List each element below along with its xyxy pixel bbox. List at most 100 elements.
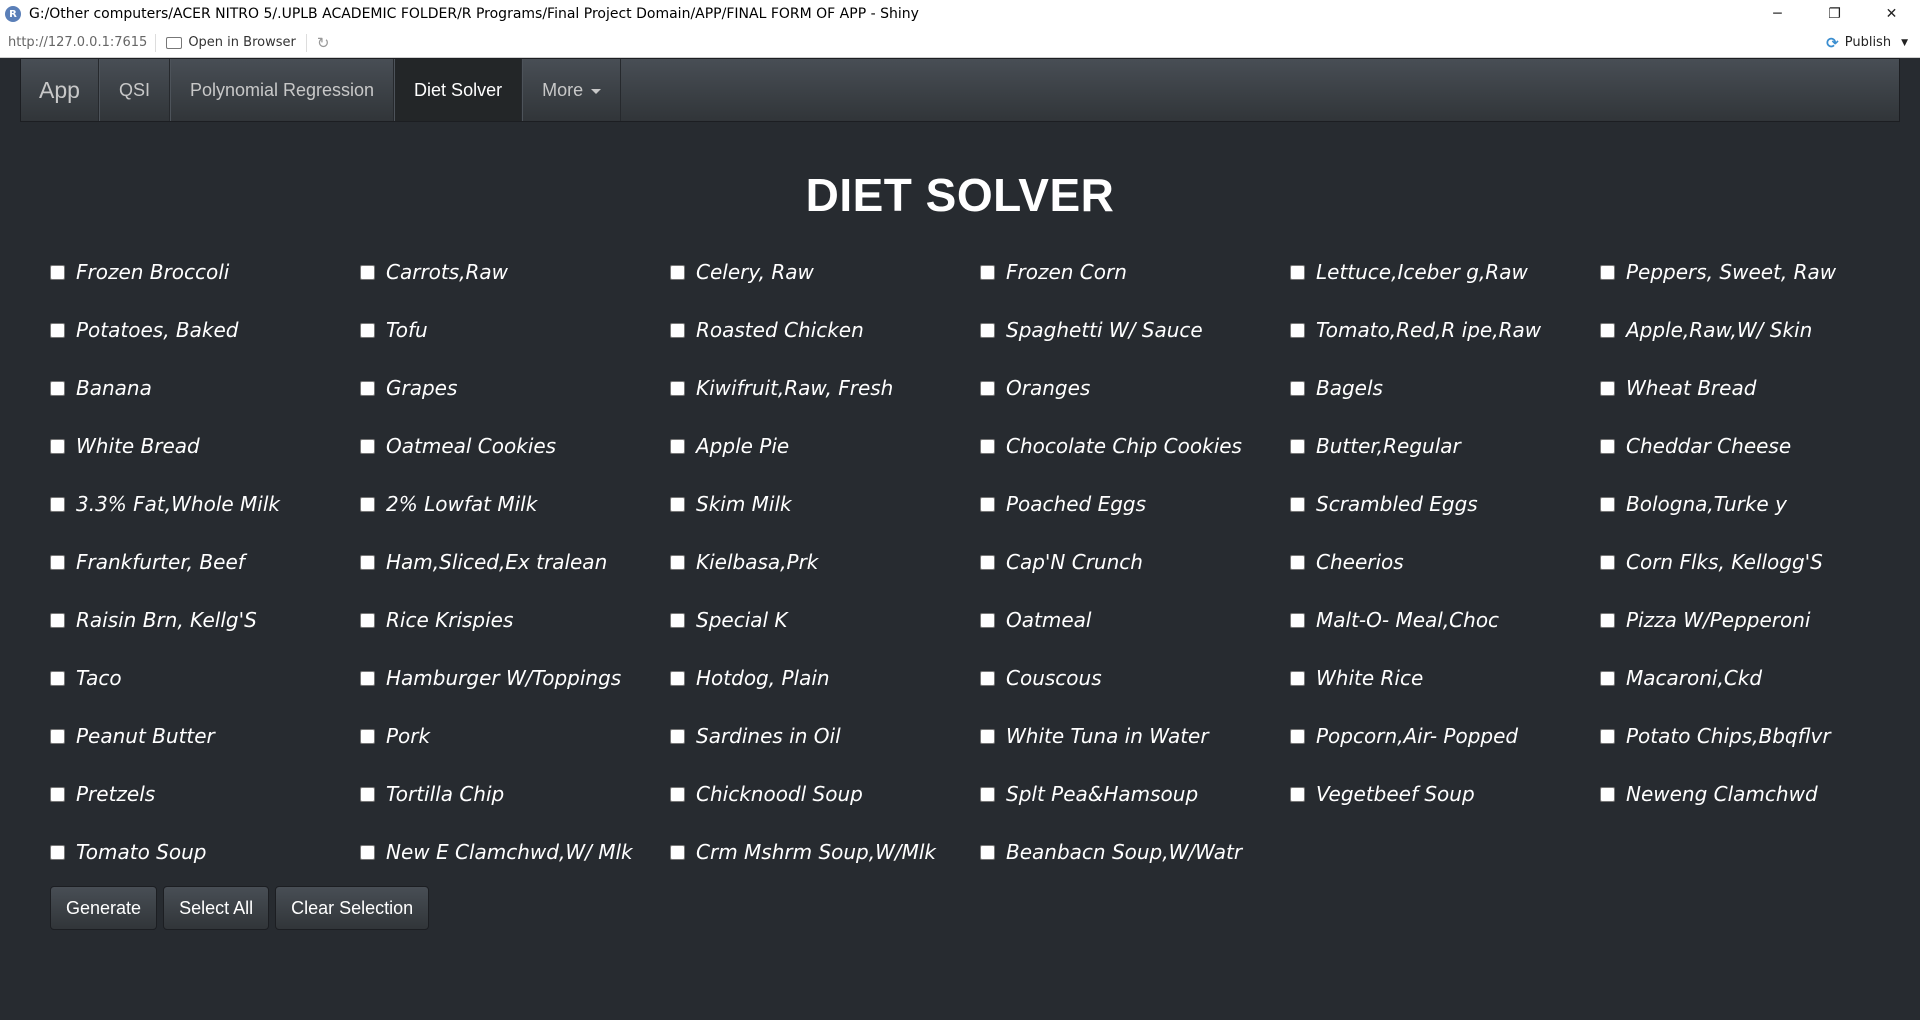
- checkbox[interactable]: [670, 555, 685, 570]
- food-checkbox-item[interactable]: Oranges: [980, 368, 1290, 426]
- food-checkbox-item[interactable]: Special K: [670, 600, 980, 658]
- checkbox[interactable]: [50, 555, 65, 570]
- food-checkbox-item[interactable]: Bagels: [1290, 368, 1600, 426]
- checkbox[interactable]: [980, 497, 995, 512]
- food-checkbox-item[interactable]: Frozen Broccoli: [50, 252, 360, 310]
- checkbox[interactable]: [360, 729, 375, 744]
- checkbox[interactable]: [1600, 265, 1615, 280]
- food-checkbox-item[interactable]: Couscous: [980, 658, 1290, 716]
- checkbox[interactable]: [360, 381, 375, 396]
- food-checkbox-item[interactable]: Peanut Butter: [50, 716, 360, 774]
- food-checkbox-item[interactable]: Roasted Chicken: [670, 310, 980, 368]
- food-checkbox-item[interactable]: Butter,Regular: [1290, 426, 1600, 484]
- checkbox[interactable]: [1600, 439, 1615, 454]
- food-checkbox-item[interactable]: Pork: [360, 716, 670, 774]
- tab-diet-solver[interactable]: Diet Solver: [394, 59, 523, 121]
- food-checkbox-item[interactable]: Chocolate Chip Cookies: [980, 426, 1290, 484]
- food-checkbox-item[interactable]: Hotdog, Plain: [670, 658, 980, 716]
- food-checkbox-item[interactable]: Peppers, Sweet, Raw: [1600, 252, 1910, 310]
- food-checkbox-item[interactable]: Pretzels: [50, 774, 360, 832]
- checkbox[interactable]: [360, 265, 375, 280]
- checkbox[interactable]: [50, 323, 65, 338]
- checkbox[interactable]: [980, 613, 995, 628]
- checkbox[interactable]: [360, 671, 375, 686]
- food-checkbox-item[interactable]: Pizza W/Pepperoni: [1600, 600, 1910, 658]
- checkbox[interactable]: [1600, 613, 1615, 628]
- tab-qsi[interactable]: QSI: [98, 59, 170, 121]
- checkbox[interactable]: [980, 671, 995, 686]
- checkbox[interactable]: [1290, 555, 1305, 570]
- food-checkbox-item[interactable]: Tomato Soup: [50, 832, 360, 890]
- food-checkbox-item[interactable]: Carrots,Raw: [360, 252, 670, 310]
- checkbox[interactable]: [1290, 671, 1305, 686]
- close-icon[interactable]: ✕: [1863, 0, 1920, 28]
- checkbox[interactable]: [980, 845, 995, 860]
- food-checkbox-item[interactable]: Taco: [50, 658, 360, 716]
- food-checkbox-item[interactable]: Lettuce,Iceber g,Raw: [1290, 252, 1600, 310]
- food-checkbox-item[interactable]: Oatmeal Cookies: [360, 426, 670, 484]
- checkbox[interactable]: [360, 323, 375, 338]
- food-checkbox-item[interactable]: Grapes: [360, 368, 670, 426]
- tab-more-dropdown[interactable]: More: [522, 59, 622, 121]
- food-checkbox-item[interactable]: Potato Chips,Bbqflvr: [1600, 716, 1910, 774]
- checkbox[interactable]: [1290, 729, 1305, 744]
- food-checkbox-item[interactable]: Chicknoodl Soup: [670, 774, 980, 832]
- food-checkbox-item[interactable]: Malt-O- Meal,Choc: [1290, 600, 1600, 658]
- food-checkbox-item[interactable]: Scrambled Eggs: [1290, 484, 1600, 542]
- checkbox[interactable]: [50, 845, 65, 860]
- food-checkbox-item[interactable]: Sardines in Oil: [670, 716, 980, 774]
- checkbox[interactable]: [50, 439, 65, 454]
- checkbox[interactable]: [980, 265, 995, 280]
- checkbox[interactable]: [980, 439, 995, 454]
- checkbox[interactable]: [980, 555, 995, 570]
- food-checkbox-item[interactable]: Neweng Clamchwd: [1600, 774, 1910, 832]
- checkbox[interactable]: [980, 729, 995, 744]
- food-checkbox-item[interactable]: Raisin Brn, Kellg'S: [50, 600, 360, 658]
- checkbox[interactable]: [1600, 729, 1615, 744]
- checkbox[interactable]: [1290, 613, 1305, 628]
- clear-selection-button[interactable]: Clear Selection: [275, 886, 430, 930]
- generate-button[interactable]: Generate: [50, 886, 158, 930]
- food-checkbox-item[interactable]: White Rice: [1290, 658, 1600, 716]
- food-checkbox-item[interactable]: Tortilla Chip: [360, 774, 670, 832]
- food-checkbox-item[interactable]: Apple Pie: [670, 426, 980, 484]
- checkbox[interactable]: [360, 439, 375, 454]
- food-checkbox-item[interactable]: Spaghetti W/ Sauce: [980, 310, 1290, 368]
- checkbox[interactable]: [1290, 787, 1305, 802]
- checkbox[interactable]: [1290, 265, 1305, 280]
- checkbox[interactable]: [50, 787, 65, 802]
- food-checkbox-item[interactable]: Cheerios: [1290, 542, 1600, 600]
- refresh-icon[interactable]: ↻: [307, 34, 340, 52]
- checkbox[interactable]: [360, 497, 375, 512]
- food-checkbox-item[interactable]: Kiwifruit,Raw, Fresh: [670, 368, 980, 426]
- food-checkbox-item[interactable]: Vegetbeef Soup: [1290, 774, 1600, 832]
- checkbox[interactable]: [670, 613, 685, 628]
- food-checkbox-item[interactable]: Corn Flks, Kellogg'S: [1600, 542, 1910, 600]
- checkbox[interactable]: [670, 845, 685, 860]
- checkbox[interactable]: [50, 613, 65, 628]
- checkbox[interactable]: [1600, 787, 1615, 802]
- food-checkbox-item[interactable]: Splt Pea&Hamsoup: [980, 774, 1290, 832]
- checkbox[interactable]: [1290, 439, 1305, 454]
- checkbox[interactable]: [360, 787, 375, 802]
- food-checkbox-item[interactable]: New E Clamchwd,W/ Mlk: [360, 832, 670, 890]
- food-checkbox-item[interactable]: 3.3% Fat,Whole Milk: [50, 484, 360, 542]
- food-checkbox-item[interactable]: Apple,Raw,W/ Skin: [1600, 310, 1910, 368]
- navbar-brand[interactable]: App: [21, 59, 99, 121]
- food-checkbox-item[interactable]: Banana: [50, 368, 360, 426]
- food-checkbox-item[interactable]: Cheddar Cheese: [1600, 426, 1910, 484]
- food-checkbox-item[interactable]: Potatoes, Baked: [50, 310, 360, 368]
- food-checkbox-item[interactable]: Poached Eggs: [980, 484, 1290, 542]
- food-checkbox-item[interactable]: Bologna,Turke y: [1600, 484, 1910, 542]
- checkbox[interactable]: [670, 787, 685, 802]
- minimize-icon[interactable]: ─: [1749, 0, 1806, 28]
- food-checkbox-item[interactable]: Rice Krispies: [360, 600, 670, 658]
- publish-button[interactable]: ⟳ Publish ▼: [1826, 34, 1920, 52]
- checkbox[interactable]: [360, 845, 375, 860]
- food-checkbox-item[interactable]: Kielbasa,Prk: [670, 542, 980, 600]
- checkbox[interactable]: [50, 497, 65, 512]
- checkbox[interactable]: [1290, 381, 1305, 396]
- food-checkbox-item[interactable]: Oatmeal: [980, 600, 1290, 658]
- checkbox[interactable]: [980, 381, 995, 396]
- checkbox[interactable]: [670, 381, 685, 396]
